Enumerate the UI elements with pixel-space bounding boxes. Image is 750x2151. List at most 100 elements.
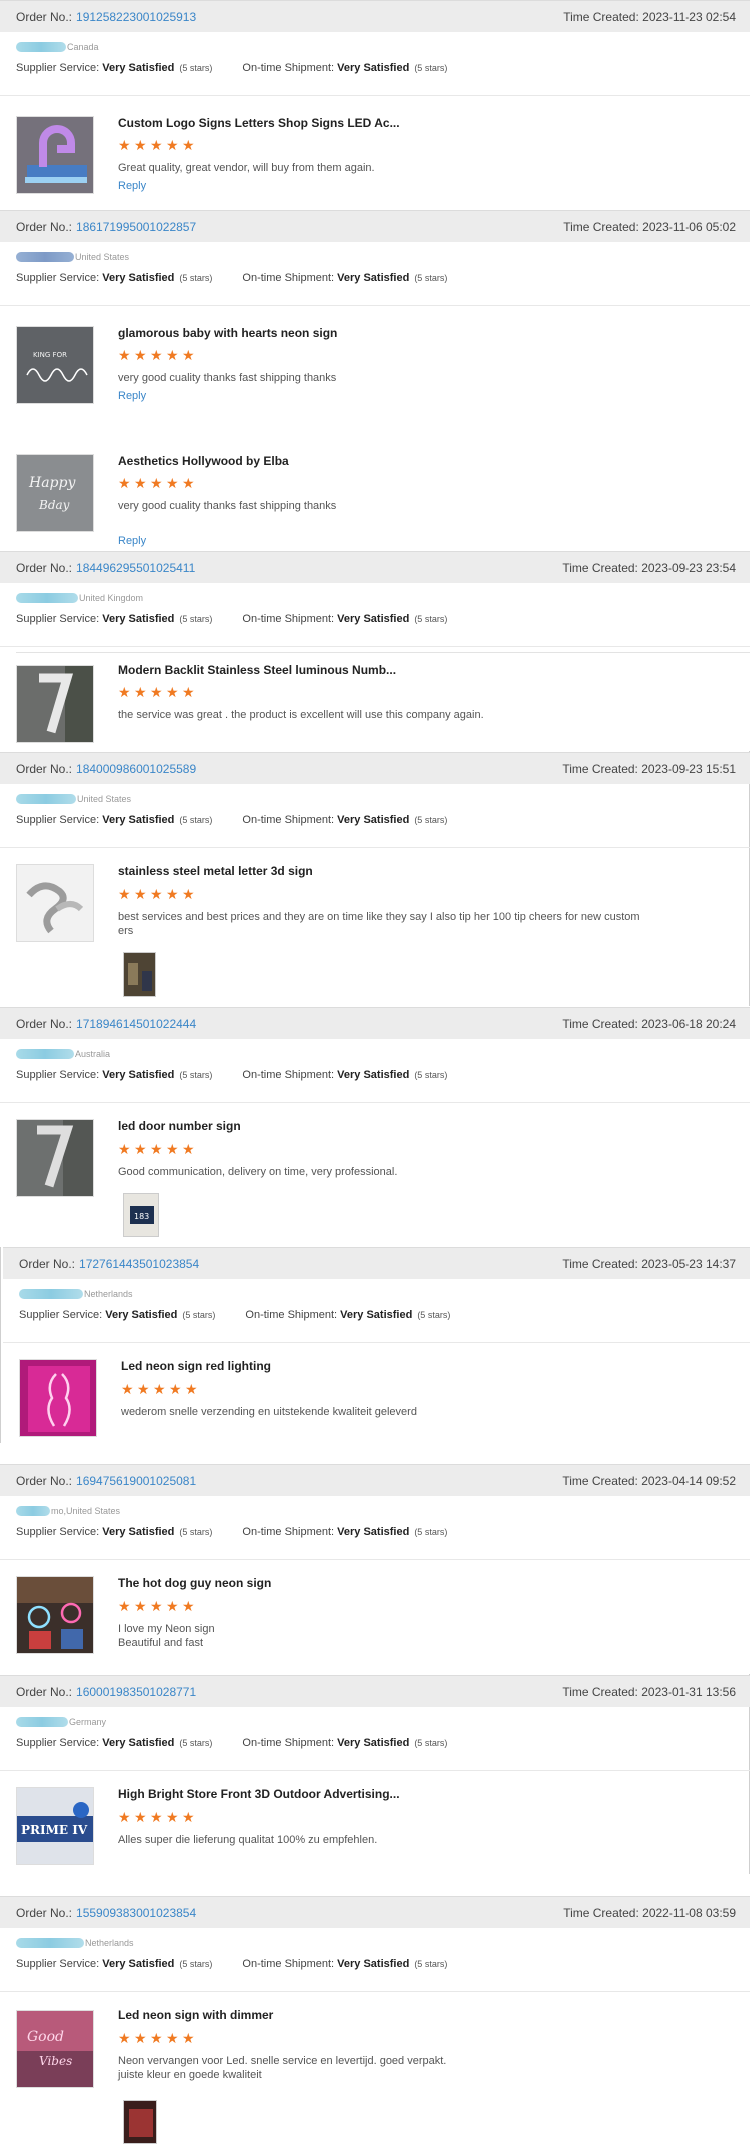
order-number-link[interactable]: 186171995001022857 xyxy=(76,220,196,234)
product-title[interactable]: The hot dog guy neon sign xyxy=(118,1576,271,1590)
time-created-label: Time Created: xyxy=(562,560,638,575)
order-block: Order No.: 169475619001025081 Time Create… xyxy=(0,1464,750,1674)
star-icon: ★ xyxy=(134,1809,147,1825)
time-created-value: 2023-01-31 13:56 xyxy=(641,1684,736,1699)
rating-stars: ★ ★ ★ ★ ★ xyxy=(118,348,196,362)
order-number-link[interactable]: 155909383001023854 xyxy=(76,1906,196,1920)
svg-text:Bday: Bday xyxy=(38,498,70,512)
product-title[interactable]: led door number sign xyxy=(118,1119,241,1133)
product-thumbnail[interactable] xyxy=(16,665,94,743)
product-title[interactable]: stainless steel metal letter 3d sign xyxy=(118,864,313,878)
time-created-value: 2023-11-23 02:54 xyxy=(642,9,736,24)
order-block: Order No.: 172761443501023854 Time Create… xyxy=(3,1247,750,1453)
order-number-link[interactable]: 160001983501028771 xyxy=(76,1685,196,1699)
star-icon: ★ xyxy=(182,2030,195,2046)
order-number-link[interactable]: 172761443501023854 xyxy=(79,1257,199,1271)
product-thumbnail[interactable]: Happy Bday xyxy=(16,454,94,532)
rating-stars: ★ ★ ★ ★ ★ xyxy=(118,2031,196,2045)
star-icon: ★ xyxy=(182,347,195,363)
rating-summary: Supplier Service: Very Satisfied (5 stars… xyxy=(16,272,448,284)
buyer-country: mo,United States xyxy=(51,1506,121,1516)
product-title[interactable]: Aesthetics Hollywood by Elba xyxy=(118,454,289,468)
product-thumbnail[interactable]: PRIME IV xyxy=(16,1787,94,1865)
star-icon: ★ xyxy=(182,1598,195,1614)
product-thumbnail[interactable]: KING FOR xyxy=(16,326,94,404)
review-text: Alles super die lieferung qualitat 100% … xyxy=(118,1834,378,1846)
reply-link[interactable]: Reply xyxy=(118,535,146,547)
time-created-label: Time Created: xyxy=(562,1684,638,1699)
buyer-country: Australia xyxy=(75,1049,111,1059)
time-created-label: Time Created: xyxy=(562,761,638,776)
order-number-link[interactable]: 171894614501022444 xyxy=(76,1017,196,1031)
review-text: I love my Neon sign Beautiful and fast xyxy=(118,1622,638,1650)
order-number-link[interactable]: 184000986001025589 xyxy=(76,762,196,776)
order-no-label: Order No.: xyxy=(16,1016,73,1031)
star-icon: ★ xyxy=(134,475,147,491)
reply-link[interactable]: Reply xyxy=(118,180,146,192)
star-icon: ★ xyxy=(166,475,179,491)
order-meta: United States Supplier Service: Very Sat… xyxy=(0,242,750,306)
star-icon: ★ xyxy=(137,1381,150,1397)
review-text: wederom snelle verzending en uitstekende… xyxy=(121,1406,417,1418)
review-item: Happy Bday Aesthetics Hollywood by Elba ★… xyxy=(0,436,750,566)
order-meta: Australia Supplier Service: Very Satisfi… xyxy=(0,1039,750,1103)
product-thumbnail[interactable] xyxy=(16,116,94,194)
review-photo[interactable]: 183 xyxy=(123,1193,159,1237)
star-icon: ★ xyxy=(150,2030,163,2046)
order-number-link[interactable]: 184496295501025411 xyxy=(76,561,195,575)
star-icon: ★ xyxy=(134,347,147,363)
product-title[interactable]: Led neon sign red lighting xyxy=(121,1359,271,1373)
star-icon: ★ xyxy=(166,2030,179,2046)
star-icon: ★ xyxy=(134,1141,147,1157)
product-title[interactable]: Led neon sign with dimmer xyxy=(118,2008,273,2022)
buyer-country: Canada xyxy=(67,42,99,52)
rating-stars: ★ ★ ★ ★ ★ xyxy=(121,1382,199,1396)
buyer-name-redacted xyxy=(16,42,66,52)
star-icon: ★ xyxy=(182,1141,195,1157)
order-meta: Germany Supplier Service: Very Satisfied… xyxy=(0,1707,750,1771)
order-header: Order No.: 172761443501023854 Time Create… xyxy=(3,1247,750,1279)
product-title[interactable]: High Bright Store Front 3D Outdoor Adver… xyxy=(118,1787,400,1801)
star-icon: ★ xyxy=(182,475,195,491)
review-photo[interactable] xyxy=(123,952,156,997)
rating-summary: Supplier Service: Very Satisfied (5 stars… xyxy=(19,1309,451,1321)
order-no-label: Order No.: xyxy=(16,1905,73,1920)
product-thumbnail[interactable] xyxy=(16,1119,94,1197)
star-icon: ★ xyxy=(118,475,131,491)
product-thumbnail[interactable] xyxy=(19,1359,97,1437)
star-icon: ★ xyxy=(182,1809,195,1825)
star-icon: ★ xyxy=(150,684,163,700)
svg-text:183: 183 xyxy=(134,1212,149,1221)
buyer-country: United States xyxy=(75,252,130,262)
product-title[interactable]: Custom Logo Signs Letters Shop Signs LED… xyxy=(118,116,400,130)
order-block: Order No.: 191258223001025913 Time Create… xyxy=(0,0,750,236)
star-icon: ★ xyxy=(118,137,131,153)
order-header: Order No.: 169475619001025081 Time Create… xyxy=(0,1464,750,1496)
time-created-label: Time Created: xyxy=(563,219,639,234)
star-icon: ★ xyxy=(118,684,131,700)
star-icon: ★ xyxy=(153,1381,166,1397)
order-meta: United Kingdom Supplier Service: Very Sa… xyxy=(0,583,750,647)
product-thumbnail[interactable] xyxy=(16,1576,94,1654)
star-icon: ★ xyxy=(134,1598,147,1614)
review-line: I love my Neon sign xyxy=(118,1623,215,1635)
review-line: Beautiful and fast xyxy=(118,1637,204,1649)
review-line: Neon vervangen voor Led. snelle service … xyxy=(118,2055,447,2067)
order-header: Order No.: 160001983501028771 Time Create… xyxy=(0,1675,750,1707)
order-no-label: Order No.: xyxy=(16,560,73,575)
svg-text:Happy: Happy xyxy=(28,475,76,491)
review-text: Great quality, great vendor, will buy fr… xyxy=(118,162,375,174)
reply-link[interactable]: Reply xyxy=(118,390,146,402)
review-photo[interactable] xyxy=(123,2100,157,2144)
review-item: led door number sign ★ ★ ★ ★ ★ Good communic… xyxy=(0,1103,750,1247)
rating-summary: Supplier Service: Very Satisfied (5 stars… xyxy=(16,1526,448,1538)
order-number-link[interactable]: 191258223001025913 xyxy=(76,10,196,24)
order-no-label: Order No.: xyxy=(16,761,73,776)
product-title[interactable]: Modern Backlit Stainless Steel luminous … xyxy=(118,663,396,677)
buyer-country: Netherlands xyxy=(84,1289,133,1299)
product-title[interactable]: glamorous baby with hearts neon sign xyxy=(118,326,337,340)
product-thumbnail[interactable] xyxy=(16,864,94,942)
order-number-link[interactable]: 169475619001025081 xyxy=(76,1474,196,1488)
star-icon: ★ xyxy=(166,684,179,700)
product-thumbnail[interactable]: Good Vibes xyxy=(16,2010,94,2088)
